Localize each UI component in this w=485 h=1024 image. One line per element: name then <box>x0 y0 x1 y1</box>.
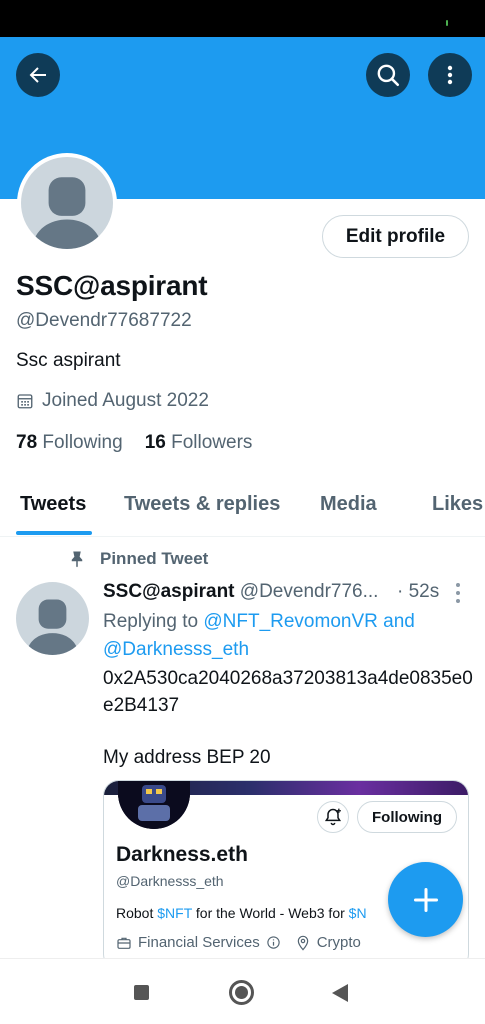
status-indicator-icon <box>446 20 448 26</box>
default-avatar-icon <box>32 177 102 249</box>
card-meta: Financial Services Crypto <box>116 934 361 951</box>
default-avatar-icon <box>26 599 79 655</box>
notify-button[interactable] <box>317 801 349 833</box>
cashtag-nft[interactable]: $NFT <box>157 905 192 921</box>
tab-media[interactable]: Media <box>320 493 377 516</box>
profile-bio: Ssc aspirant <box>16 350 121 371</box>
profile-display-name: SSC@aspirant <box>16 270 208 301</box>
tab-tweets-replies[interactable]: Tweets & replies <box>124 493 280 516</box>
tweet-author-name[interactable]: SSC@aspirant <box>103 581 235 602</box>
follow-stats: 78 Following 16 Followers <box>16 432 252 454</box>
card-handle: @Darknesss_eth <box>116 873 224 889</box>
system-navigation-bar <box>0 958 485 1024</box>
bell-plus-icon <box>324 808 342 826</box>
recent-apps-icon[interactable] <box>134 985 149 1000</box>
edit-profile-button[interactable]: Edit profile <box>322 215 469 258</box>
following-link[interactable]: 78 Following <box>16 432 123 454</box>
system-back-icon[interactable] <box>332 984 348 1002</box>
location-pin-icon <box>297 935 308 951</box>
pinned-tweet-label: Pinned Tweet <box>68 549 208 569</box>
robot-avatar-icon <box>118 781 190 829</box>
followers-link[interactable]: 16 Followers <box>145 432 253 454</box>
more-options-button[interactable] <box>428 53 472 97</box>
back-arrow-icon <box>29 67 46 83</box>
cashtag-truncated[interactable]: $N <box>349 905 367 921</box>
tweet-header: SSC@aspirant @Devendr776... <box>103 581 378 603</box>
joined-date: Joined August 2022 <box>16 390 209 412</box>
tweet-author-handle: @Devendr776... <box>239 581 379 602</box>
card-location: Crypto <box>316 934 361 951</box>
back-button[interactable] <box>16 53 60 97</box>
profile-tabs: Tweets Tweets & replies Media Likes <box>0 478 485 537</box>
tweet-more-icon[interactable] <box>452 583 464 603</box>
card-category: Financial Services <box>138 934 260 951</box>
info-icon[interactable] <box>266 935 281 950</box>
pin-icon <box>71 551 83 568</box>
plus-icon <box>413 887 438 912</box>
profile-handle: @Devendr77687722 <box>16 310 192 331</box>
following-button[interactable]: Following <box>357 801 457 833</box>
more-vertical-icon <box>447 65 453 85</box>
reply-context: Replying to @NFT_RevomonVR and @Darkness… <box>103 611 415 660</box>
reply-mention-2[interactable]: @Darknesss_eth <box>103 639 249 660</box>
home-icon[interactable] <box>229 980 254 1005</box>
tweet-text: 0x2A530ca2040268a37203813a4de0835e0e2B41… <box>103 668 473 716</box>
tweet-author-avatar[interactable] <box>16 582 89 655</box>
card-avatar[interactable] <box>118 781 190 829</box>
calendar-icon <box>17 394 33 409</box>
tweet-timestamp: · 52s <box>397 581 440 602</box>
joined-label: Joined August 2022 <box>42 390 209 411</box>
status-bar <box>0 0 485 37</box>
compose-tweet-button[interactable] <box>388 862 463 937</box>
active-tab-indicator <box>16 531 92 535</box>
reply-mention-1[interactable]: @NFT_RevomonVR <box>203 611 378 632</box>
search-icon <box>377 64 400 87</box>
profile-avatar[interactable] <box>17 153 117 253</box>
briefcase-icon <box>117 937 131 949</box>
card-bio: Robot $NFT for the World - Web3 for $N <box>116 905 367 921</box>
search-button[interactable] <box>366 53 410 97</box>
tab-tweets[interactable]: Tweets <box>20 493 86 516</box>
card-display-name[interactable]: Darkness.eth <box>116 843 248 867</box>
tab-likes[interactable]: Likes <box>432 493 483 516</box>
tweet-text-line2: My address BEP 20 <box>103 747 271 768</box>
